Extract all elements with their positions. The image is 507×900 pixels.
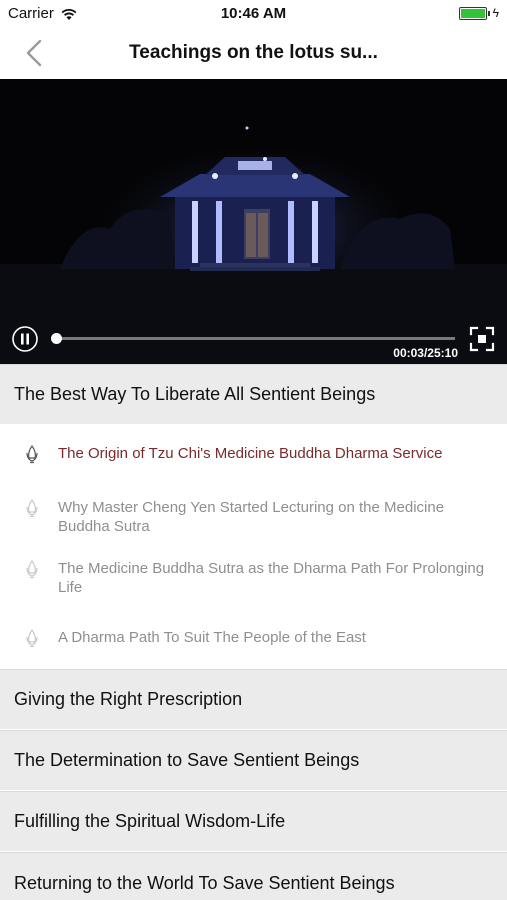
status-time: 10:46 AM <box>220 5 287 22</box>
status-bar: Carrier 10:46 AM ϟ <box>0 0 507 28</box>
back-button[interactable] <box>20 38 50 68</box>
chapter-title: The Determination to Save Sentient Being… <box>14 750 360 770</box>
status-right: ϟ <box>458 6 499 20</box>
battery-level <box>460 8 485 18</box>
video-frame <box>0 79 507 364</box>
chapter-header[interactable]: The Determination to Save Sentient Being… <box>0 730 507 790</box>
chapter-header[interactable]: The Best Way To Liberate All Sentient Be… <box>0 364 507 424</box>
fullscreen-button[interactable] <box>468 325 496 353</box>
lotus-icon <box>26 498 38 518</box>
navigation-bar: Teachings on the lotus su... <box>0 28 507 78</box>
page-title: Teachings on the lotus su... <box>129 42 378 63</box>
chapter-title: Returning to the World To Save Sentient … <box>14 873 395 893</box>
list-item-label: A Dharma Path To Suit The People of the … <box>58 629 366 646</box>
pause-icon <box>21 333 29 345</box>
battery-nub <box>487 10 490 16</box>
time-readout: 00:03/25:10 <box>393 346 458 360</box>
progress-thumb[interactable] <box>50 333 62 344</box>
chapter-header[interactable]: Giving the Right Prescription <box>0 669 507 729</box>
chapter-title: The Best Way To Liberate All Sentient Be… <box>14 384 376 404</box>
lotus-icon <box>26 559 38 579</box>
lotus-icon <box>26 444 38 464</box>
progress-bar[interactable] <box>50 333 455 344</box>
chapter-title: Giving the Right Prescription <box>14 689 243 709</box>
chapter-title: Fulfilling the Spiritual Wisdom-Life <box>14 811 286 831</box>
chapter-header[interactable]: Fulfilling the Spiritual Wisdom-Life <box>0 791 507 851</box>
chapter-items-list: The Origin of Tzu Chi's Medicine Buddha … <box>0 425 507 669</box>
video-player[interactable] <box>0 79 507 364</box>
chapter-header[interactable]: Returning to the World To Save Sentient … <box>0 852 507 900</box>
list-item-label: The Medicine Buddha Sutra as the Dharma … <box>58 560 485 596</box>
lotus-icon <box>26 628 38 648</box>
list-item-label: Why Master Cheng Yen Started Lecturing o… <box>58 499 445 535</box>
pause-button[interactable] <box>11 325 39 353</box>
battery-icon <box>458 6 487 20</box>
chevron-left-icon <box>26 39 42 67</box>
charging-icon: ϟ <box>492 6 499 20</box>
list-item-label: The Origin of Tzu Chi's Medicine Buddha … <box>58 445 443 462</box>
